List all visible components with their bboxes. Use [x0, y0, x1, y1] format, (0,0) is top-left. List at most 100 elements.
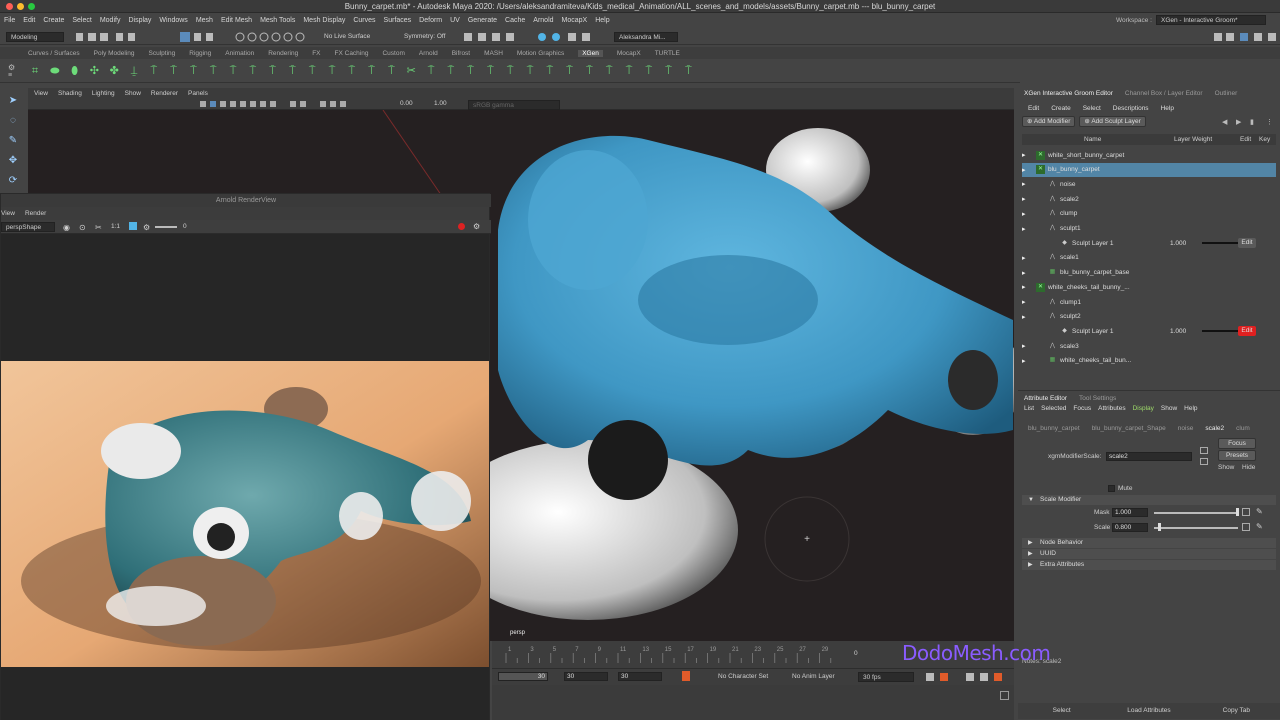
mask-slider-handle[interactable]	[1236, 508, 1239, 516]
menu-select[interactable]: Select	[72, 17, 91, 24]
xgen-menu-edit[interactable]: Edit	[1028, 105, 1039, 112]
section-node-behavior[interactable]: ▶ Node Behavior	[1022, 538, 1276, 548]
lasso-tool-icon[interactable]: ◌	[6, 114, 20, 128]
expand-arrow-icon[interactable]: ▸	[1022, 151, 1028, 159]
scale-slider-handle[interactable]	[1158, 523, 1161, 531]
xgen-shelf-tool-icon[interactable]: ⍑	[345, 64, 359, 78]
attr-menu-selected[interactable]: Selected	[1041, 405, 1066, 412]
menu-mesh[interactable]: Mesh	[196, 17, 213, 24]
viewport-menu-renderer[interactable]: Renderer	[151, 90, 178, 97]
xgen-shelf-tool-icon[interactable]: ⌗	[28, 64, 42, 78]
xgen-shelf-tool-icon[interactable]: ⍑	[483, 64, 497, 78]
viewport-menu-lighting[interactable]: Lighting	[92, 90, 115, 97]
expand-arrow-icon[interactable]: ▸	[1022, 357, 1028, 365]
snapshot-icon[interactable]: ✂	[95, 223, 102, 232]
xgen-options-icon[interactable]: ⋮	[1266, 118, 1273, 126]
expand-arrow-icon[interactable]: ▸	[1022, 166, 1028, 174]
tree-row-2[interactable]: ▸ ⋀ noise	[1022, 177, 1276, 191]
mask-map-icon[interactable]	[1242, 508, 1250, 516]
menu-modify[interactable]: Modify	[100, 17, 121, 24]
xgen-shelf-tool-icon[interactable]: ⍑	[602, 64, 616, 78]
xgen-shelf-tool-icon[interactable]: ⍑	[206, 64, 220, 78]
section-uuid[interactable]: ▶ UUID	[1022, 549, 1276, 559]
mute-checkbox[interactable]	[1108, 485, 1115, 492]
shelf-tab-mocapx[interactable]: MocapX	[617, 50, 641, 57]
user-account-dropdown[interactable]: Aleksandra Mi...	[614, 32, 678, 42]
scale-field[interactable]: 0.800	[1112, 523, 1148, 532]
tree-row-1[interactable]: ▸ ✕ blu_bunny_carpet	[1022, 162, 1276, 177]
select-button[interactable]: Select	[1018, 703, 1105, 719]
attr-menu-help[interactable]: Help	[1184, 405, 1197, 412]
shelf-tab-rigging[interactable]: Rigging	[189, 50, 211, 57]
menu-curves[interactable]: Curves	[353, 17, 375, 24]
expand-arrow-icon[interactable]: ▸	[1022, 210, 1028, 218]
viewport-panel-icons[interactable]	[198, 100, 388, 109]
tree-row-4[interactable]: ▸ ⋀ clump	[1022, 207, 1276, 221]
xgen-shelf-tool-icon[interactable]: ⍑	[147, 64, 161, 78]
workspace-dropdown[interactable]: XGen - Interactive Groom*	[1156, 15, 1266, 25]
xgen-shelf-tool-icon[interactable]: ⍑	[563, 64, 577, 78]
viewport-menu-view[interactable]: View	[34, 90, 48, 97]
attr-tab-0[interactable]: Attribute Editor	[1024, 395, 1067, 402]
attr-menu-display[interactable]: Display	[1133, 405, 1154, 412]
script-editor-icon[interactable]	[1000, 691, 1009, 700]
xgen-shelf-tool-icon[interactable]: ⍑	[503, 64, 517, 78]
scale-map-icon[interactable]	[1242, 523, 1250, 531]
xgen-shelf-tool-icon[interactable]: ⍑	[424, 64, 438, 78]
xgen-shelf-tool-icon[interactable]: ⍑	[365, 64, 379, 78]
settings-gear-icon[interactable]: ⚙	[143, 223, 150, 232]
shelf-tab-bifrost[interactable]: Bifrost	[452, 50, 470, 57]
attr-menu-focus[interactable]: Focus	[1073, 405, 1091, 412]
expand-arrow-icon[interactable]: ▸	[1022, 283, 1028, 291]
exposure-value[interactable]: 0.00	[400, 100, 413, 107]
expand-arrow-icon[interactable]: ▸	[1022, 180, 1028, 188]
move-tool-icon[interactable]: ✥	[6, 154, 20, 168]
node-tab-4[interactable]: clum	[1236, 425, 1250, 432]
tree-row-13[interactable]: ▸ ⋀ scale3	[1022, 339, 1276, 353]
attr-menu-attributes[interactable]: Attributes	[1098, 405, 1125, 412]
expand-arrow-icon[interactable]: ▸	[1022, 195, 1028, 203]
hide-button[interactable]: Hide	[1242, 464, 1255, 471]
symmetry-dropdown[interactable]: Symmetry: Off	[404, 33, 445, 40]
section-scale-modifier[interactable]: ▼ Scale Modifier	[1022, 495, 1276, 505]
shelf-tab-poly-modeling[interactable]: Poly Modeling	[94, 50, 135, 57]
xgen-shelf-tool-icon[interactable]: ⍑	[642, 64, 656, 78]
xgen-shelf-tool-icon[interactable]: ⍑	[464, 64, 478, 78]
xgen-shelf-tool-icon[interactable]: ⍑	[384, 64, 398, 78]
scale-slider[interactable]	[1154, 527, 1238, 529]
xgen-shelf-tool-icon[interactable]: ⬬	[48, 64, 62, 78]
fps-dropdown[interactable]: 30 fps	[858, 672, 914, 682]
playback-icons[interactable]	[924, 672, 1012, 682]
viewport-menu-show[interactable]: Show	[125, 90, 141, 97]
statusline-icons[interactable]	[72, 31, 312, 43]
menu-mesh-display[interactable]: Mesh Display	[303, 17, 345, 24]
add-modifier-button[interactable]: ⊕ Add Modifier	[1022, 116, 1076, 127]
menu-generate[interactable]: Generate	[468, 17, 497, 24]
xgen-shelf-tool-icon[interactable]: ⍑	[523, 64, 537, 78]
layer-weight-value[interactable]: 1.000	[1170, 328, 1186, 335]
node-icon-1[interactable]	[1200, 447, 1208, 454]
menu-display[interactable]: Display	[128, 17, 151, 24]
xgen-shelf-tool-icon[interactable]: ⍑	[266, 64, 280, 78]
xgen-shelf-tool-icon[interactable]: ⍑	[285, 64, 299, 78]
tree-row-5[interactable]: ▸ ⋀ sculpt1	[1022, 222, 1276, 236]
xgen-shelf-tool-icon[interactable]: ⍑	[246, 64, 260, 78]
expand-arrow-icon[interactable]: ▸	[1022, 298, 1028, 306]
tree-row-10[interactable]: ▸ ⋀ clump1	[1022, 295, 1276, 309]
xgen-menu-help[interactable]: Help	[1161, 105, 1174, 112]
rotate-tool-icon[interactable]: ⟳	[6, 174, 20, 188]
menuset-dropdown[interactable]: Modeling	[6, 32, 64, 42]
render-canvas[interactable]	[1, 234, 489, 720]
xgen-shelf-tool-icon[interactable]: ✂	[404, 64, 418, 78]
mask-field[interactable]: 1.000	[1112, 508, 1148, 517]
xgen-shelf-tool-icon[interactable]: ⍑	[543, 64, 557, 78]
shelf-tab-sculpting[interactable]: Sculpting	[149, 50, 176, 57]
add-sculpt-layer-button[interactable]: ⊕ Add Sculpt Layer	[1079, 116, 1146, 127]
tree-row-6[interactable]: ◆ Sculpt Layer 1 1.000 Edit	[1022, 236, 1276, 250]
tree-row-9[interactable]: ▸ ✕ white_cheeks_tail_bunny_...	[1022, 280, 1276, 294]
menu-mocapx[interactable]: MocapX	[562, 17, 588, 24]
sculpt-edit-button[interactable]: Edit	[1238, 326, 1256, 337]
anim-layer-dropdown[interactable]: No Anim Layer	[792, 673, 835, 680]
xgen-shelf-tool-icon[interactable]: ⍑	[186, 64, 200, 78]
shelf-menu-icon[interactable]: ≡	[8, 72, 12, 79]
